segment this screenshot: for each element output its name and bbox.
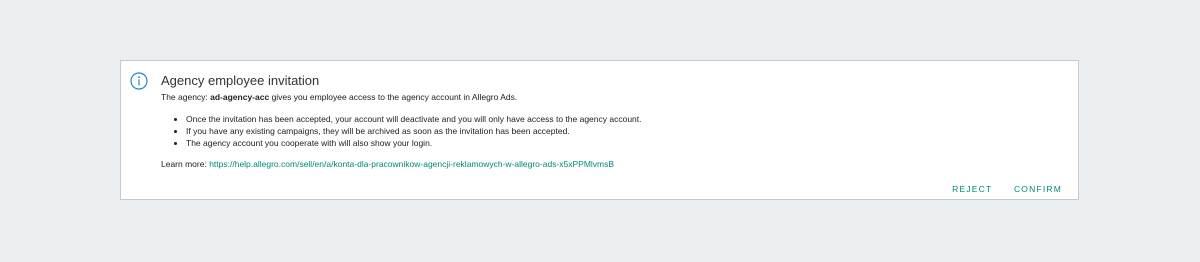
- invitation-description: The agency: ad-agency-acc gives you empl…: [161, 91, 1062, 103]
- invitation-title: Agency employee invitation: [161, 73, 320, 88]
- description-prefix: The agency:: [161, 92, 211, 102]
- learn-more-link[interactable]: https://help.allegro.com/sell/en/a/konta…: [209, 159, 614, 169]
- agency-name: ad-agency-acc: [210, 92, 270, 102]
- bullet-item: The agency account you cooperate with wi…: [186, 137, 1062, 149]
- bullet-item: Once the invitation has been accepted, y…: [186, 113, 1062, 125]
- invitation-actions: REJECT CONFIRM: [952, 184, 1062, 194]
- invitation-bullets: Once the invitation has been accepted, y…: [161, 113, 1062, 149]
- invitation-content: Agency employee invitation The agency: a…: [161, 72, 1062, 170]
- bullet-item: If you have any existing campaigns, they…: [186, 125, 1062, 137]
- description-suffix: gives you employee access to the agency …: [269, 92, 518, 102]
- invitation-card: Agency employee invitation The agency: a…: [120, 60, 1079, 200]
- info-icon: [130, 72, 148, 90]
- reject-button[interactable]: REJECT: [952, 184, 992, 194]
- learn-more-label: Learn more:: [161, 159, 210, 169]
- confirm-button[interactable]: CONFIRM: [1014, 184, 1062, 194]
- learn-more: Learn more: https://help.allegro.com/sel…: [161, 158, 1062, 170]
